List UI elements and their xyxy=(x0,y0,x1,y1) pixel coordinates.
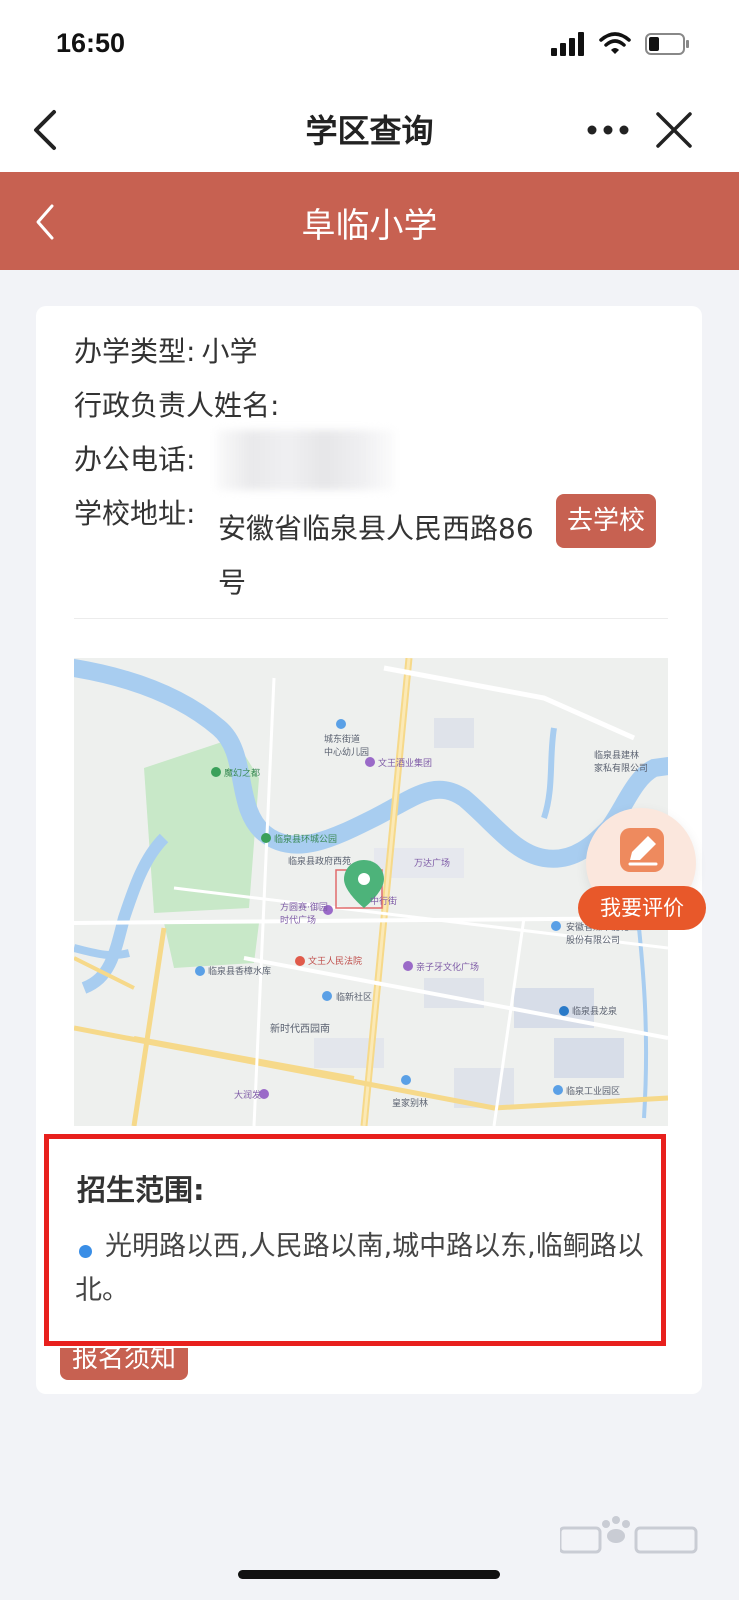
status-bar: 16:50 xyxy=(0,0,739,88)
school-type-value: 小学 xyxy=(201,335,258,368)
map-label: 万达广场 xyxy=(414,859,451,869)
signup-notice-button[interactable]: 报名须知 xyxy=(60,1348,188,1380)
status-time: 16:50 xyxy=(56,28,126,58)
enrollment-scope-section: 招生范围: 光明路以西,人民路以南,城中路以东,临鲖路以北。 xyxy=(44,1134,666,1346)
map-label: 临泉工业园区 xyxy=(566,1087,621,1097)
rate-label: 我要评价 xyxy=(578,886,706,930)
rate-button[interactable]: 我要评价 xyxy=(578,808,708,938)
map-label: 临新社区 xyxy=(336,993,373,1003)
address-value: 安徽省临泉县人民西路86号 xyxy=(218,512,534,599)
signal-icon xyxy=(551,32,584,56)
home-indicator[interactable] xyxy=(238,1570,500,1579)
admin-name-label: 行政负责人姓名: xyxy=(74,389,280,422)
school-header: 阜临小学 xyxy=(0,172,739,270)
status-icons xyxy=(551,32,691,56)
office-phone-row: 办公电话: xyxy=(74,438,195,478)
nav-bar: 学区查询 xyxy=(0,88,739,172)
map-label: 亲子牙文化广场 xyxy=(416,963,480,973)
go-school-button[interactable]: 去学校 xyxy=(556,494,656,548)
signup-notice-label: 报名须知 xyxy=(71,1348,176,1374)
map-label: 大润发 xyxy=(234,1091,262,1101)
map-label: 魔幻之都 xyxy=(224,769,261,779)
more-icon[interactable] xyxy=(584,112,632,148)
map-label: 新时代西园南 xyxy=(270,1024,330,1035)
admin-name-row: 行政负责人姓名: xyxy=(74,384,279,424)
school-type-row: 办学类型: 小学 xyxy=(74,330,257,370)
map-label: 临泉县香樟水库 xyxy=(208,967,272,977)
school-type-label: 办学类型: xyxy=(74,335,196,368)
enrollment-scope-title: 招生范围: xyxy=(77,1173,205,1207)
map-label: 文王酒业集团 xyxy=(378,759,433,769)
map-label: 文王人民法院 xyxy=(308,957,363,967)
map-label: 临泉县龙泉 xyxy=(572,1007,618,1017)
divider xyxy=(74,618,668,619)
map-label: 中行街 xyxy=(370,897,398,907)
map-label: 方圆赛·御园 时代广场 xyxy=(280,903,328,926)
map-label: 皇家别林 xyxy=(392,1099,429,1109)
map-label: 临泉县建林 家私有限公司 xyxy=(594,751,649,774)
map-label: 城东街道 中心幼儿园 xyxy=(324,735,370,758)
baidu-jingyan-watermark-icon xyxy=(560,1516,698,1554)
office-phone-label: 办公电话: xyxy=(74,443,196,476)
school-name: 阜临小学 xyxy=(301,206,438,246)
close-icon[interactable] xyxy=(652,108,696,152)
office-phone-value-blurred xyxy=(216,430,396,490)
address-row: 学校地址: xyxy=(74,492,195,532)
battery-icon xyxy=(645,33,689,55)
pen-icon xyxy=(620,828,664,872)
address-label: 学校地址: xyxy=(74,497,196,530)
map-label: 临泉县政府西苑 xyxy=(288,857,352,867)
enrollment-scope-text: 光明路以西,人民路以南,城中路以东,临鲖路以北。 xyxy=(75,1231,644,1306)
map-label: 临泉县环城公园 xyxy=(274,835,338,845)
wifi-icon xyxy=(599,32,631,54)
